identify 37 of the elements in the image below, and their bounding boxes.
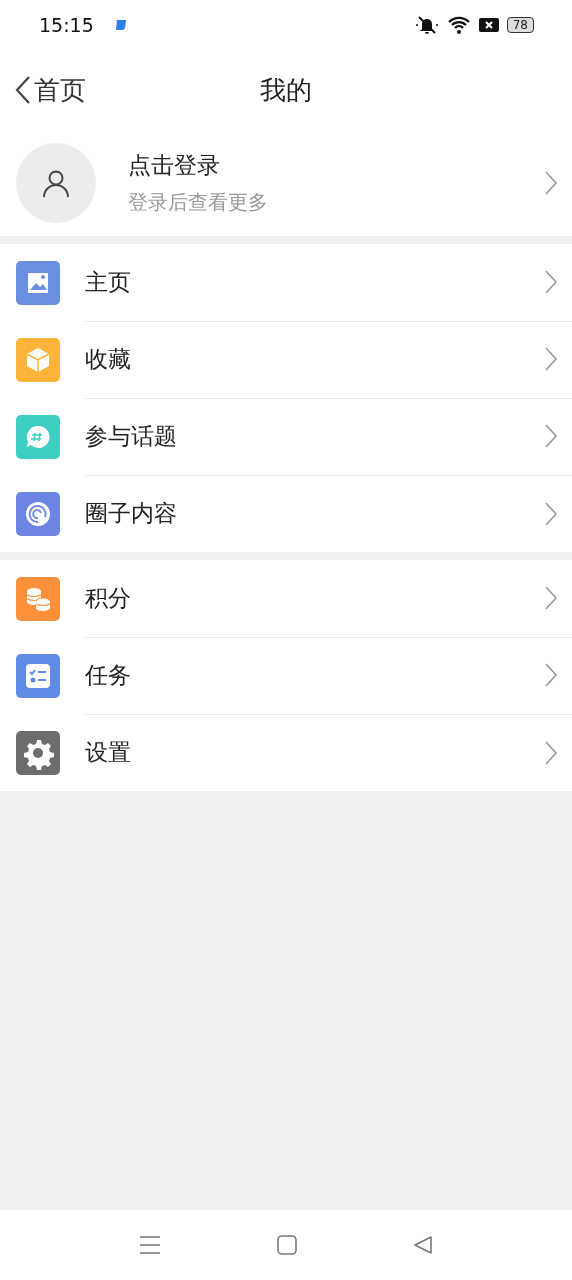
- chevron-right-icon: [544, 662, 558, 688]
- chevron-right-icon: [544, 500, 558, 527]
- back-chevron-icon: [14, 75, 32, 105]
- menu-icon[interactable]: [138, 1234, 162, 1256]
- chevron-right-icon: [544, 423, 558, 449]
- menu-item[interactable]: 收藏: [0, 321, 572, 398]
- login-prompt: 点击登录: [128, 151, 221, 180]
- menu-item-label: 任务: [85, 660, 132, 690]
- battery-indicator: 78: [506, 17, 534, 33]
- chevron-right-icon: [544, 585, 558, 611]
- back-button[interactable]: 首页: [0, 72, 86, 108]
- menu-item[interactable]: 参与话题: [0, 398, 572, 475]
- mute-icon: [414, 15, 439, 35]
- back-triangle-icon[interactable]: [412, 1234, 434, 1256]
- menu-item-label: 参与话题: [85, 421, 178, 451]
- app-notification-icon: [113, 18, 128, 32]
- menu-item-label: 圈子内容: [85, 499, 178, 528]
- wifi-icon: [446, 15, 471, 35]
- page-title: 我的: [260, 73, 312, 107]
- menu-item[interactable]: 圈子内容: [0, 475, 572, 552]
- menu-item[interactable]: 设置: [0, 714, 572, 791]
- menu-item[interactable]: 任务: [0, 637, 572, 714]
- login-hint: 登录后查看更多: [128, 189, 269, 216]
- chevron-right-icon: [544, 269, 558, 295]
- chevron-right-icon: [544, 170, 558, 196]
- menu-item-label: 设置: [85, 738, 132, 767]
- no-sim-icon: [478, 17, 499, 33]
- home-icon[interactable]: [276, 1234, 298, 1256]
- menu-item-label: 收藏: [85, 344, 132, 374]
- menu-item-label: 主页: [85, 267, 132, 297]
- menu-item-label: 积分: [85, 583, 132, 613]
- chevron-right-icon: [544, 346, 558, 372]
- chevron-right-icon: [544, 739, 558, 766]
- menu-item[interactable]: 主页: [0, 244, 572, 321]
- menu-item[interactable]: 积分: [0, 560, 572, 637]
- login-row[interactable]: 点击登录 登录后查看更多: [0, 130, 572, 236]
- status-time: 15:15: [39, 14, 94, 36]
